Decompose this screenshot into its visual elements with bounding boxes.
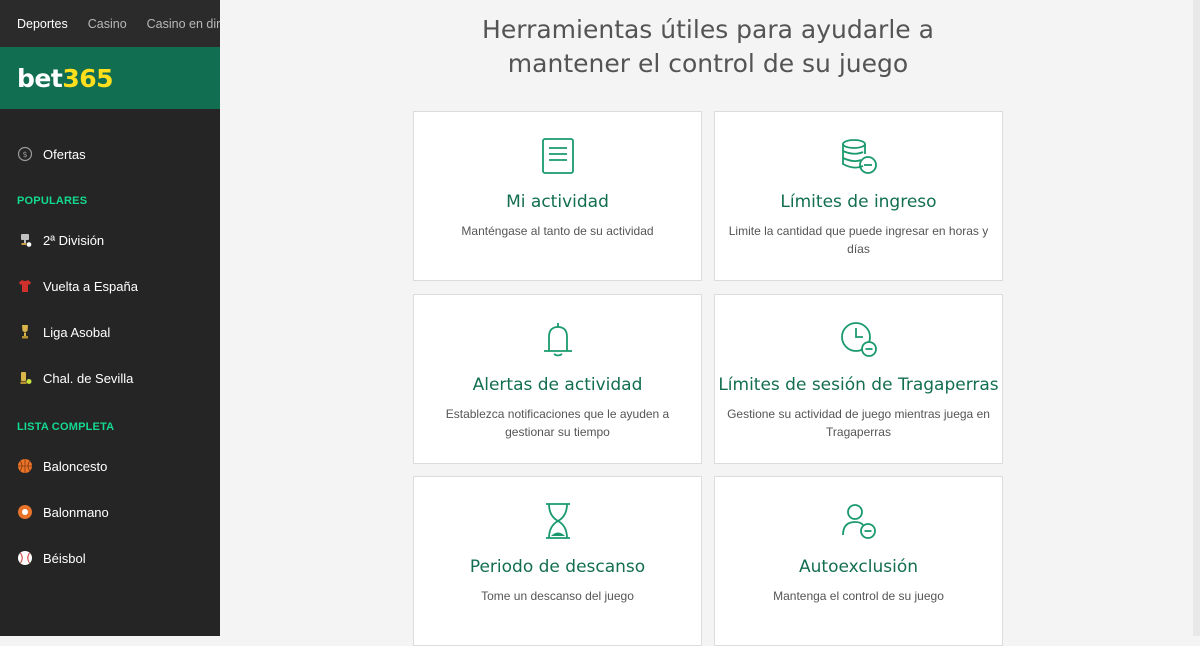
svg-text:$: $ bbox=[22, 150, 27, 159]
card-title: Límites de ingreso bbox=[780, 192, 937, 212]
headline-line-2: mantener el control de su juego bbox=[507, 49, 909, 78]
card-periodo-de-descanso[interactable]: Periodo de descanso Tome un descanso del… bbox=[413, 476, 702, 646]
main-content: Herramientas útiles para ayudarle a mant… bbox=[220, 0, 1200, 646]
bet365-logo[interactable]: bet365 bbox=[17, 64, 113, 93]
card-description: Mantenga el control de su juego bbox=[773, 589, 944, 603]
headline-line-1: Herramientas útiles para ayudarle a bbox=[482, 15, 934, 44]
logo-text-bet: bet bbox=[17, 63, 63, 93]
handball-icon bbox=[17, 504, 33, 520]
trophy-icon bbox=[17, 324, 33, 340]
sidebar-item-liga-asobal[interactable]: Liga Asobal bbox=[0, 309, 220, 355]
card-limites-de-ingreso[interactable]: Límites de ingreso Limite la cantidad qu… bbox=[714, 111, 1003, 281]
nav-casino-en-directo[interactable]: Casino en directo bbox=[147, 17, 220, 31]
brand-bar: bet365 bbox=[0, 47, 220, 109]
sidebar-item-label: Baloncesto bbox=[43, 458, 108, 474]
sidebar-item-label: 2ª División bbox=[43, 232, 105, 248]
top-navigation: Deportes Casino Casino en directo bbox=[0, 0, 220, 47]
document-icon bbox=[538, 136, 578, 176]
card-mi-actividad[interactable]: Mi actividad Manténgase al tanto de su a… bbox=[413, 111, 702, 281]
nav-casino[interactable]: Casino bbox=[88, 17, 127, 31]
sidebar-item-baloncesto[interactable]: Baloncesto bbox=[0, 443, 220, 489]
sidebar-item-label: Balonmano bbox=[43, 504, 109, 520]
basketball-icon bbox=[17, 458, 33, 474]
offers-coin-icon: $ bbox=[17, 146, 33, 162]
soccer-trophy-icon bbox=[17, 232, 33, 248]
sidebar-item-label: Chal. de Sevilla bbox=[43, 370, 134, 386]
sidebar: Deportes Casino Casino en directo bet365… bbox=[0, 0, 220, 636]
sidebar-item-label: Liga Asobal bbox=[43, 324, 111, 340]
scrollbar[interactable] bbox=[1193, 0, 1200, 636]
card-title: Alertas de actividad bbox=[472, 375, 643, 395]
card-description: Manténgase al tanto de su actividad bbox=[461, 224, 654, 238]
sidebar-item-label: Béisbol bbox=[43, 550, 86, 566]
card-title: Autoexclusión bbox=[799, 557, 918, 577]
clock-minus-icon bbox=[839, 319, 879, 359]
card-title: Mi actividad bbox=[506, 192, 609, 212]
section-title-populares: POPULARES bbox=[17, 195, 88, 207]
bell-icon bbox=[538, 319, 578, 359]
coins-minus-icon bbox=[839, 136, 879, 176]
hourglass-icon bbox=[538, 501, 578, 541]
page-title: Herramientas útiles para ayudarle a mant… bbox=[220, 13, 1196, 81]
sidebar-item-chal-sevilla[interactable]: Chal. de Sevilla bbox=[0, 355, 220, 401]
card-description: Limite la cantidad que puede ingresar en… bbox=[728, 224, 989, 256]
sidebar-item-label: Vuelta a España bbox=[43, 278, 138, 294]
tennis-trophy-icon bbox=[17, 370, 33, 386]
user-minus-icon bbox=[839, 501, 879, 541]
card-limites-de-sesion[interactable]: Límites de sesión de Tragaperras Gestion… bbox=[714, 294, 1003, 464]
card-title: Periodo de descanso bbox=[469, 557, 646, 577]
sidebar-item-segunda-division[interactable]: 2ª División bbox=[0, 217, 220, 263]
section-title-lista-completa: LISTA COMPLETA bbox=[17, 421, 115, 433]
nav-deportes[interactable]: Deportes bbox=[17, 17, 68, 31]
card-description: Gestione su actividad de juego mientras … bbox=[727, 407, 990, 439]
sidebar-item-label: Ofertas bbox=[43, 146, 86, 162]
sidebar-item-vuelta-espana[interactable]: Vuelta a España bbox=[0, 263, 220, 309]
sidebar-item-beisbol[interactable]: Béisbol bbox=[0, 535, 220, 581]
jersey-icon bbox=[17, 278, 33, 294]
sidebar-item-ofertas[interactable]: $ Ofertas bbox=[0, 131, 220, 177]
baseball-icon bbox=[17, 550, 33, 566]
sidebar-item-balonmano[interactable]: Balonmano bbox=[0, 489, 220, 535]
card-title: Límites de sesión de Tragaperras bbox=[718, 375, 999, 395]
card-alertas-de-actividad[interactable]: Alertas de actividad Establezca notifica… bbox=[413, 294, 702, 464]
card-description: Tome un descanso del juego bbox=[481, 589, 634, 603]
logo-text-365: 365 bbox=[62, 63, 113, 93]
card-autoexclusion[interactable]: Autoexclusión Mantenga el control de su … bbox=[714, 476, 1003, 646]
card-description: Establezca notificaciones que le ayuden … bbox=[445, 407, 670, 439]
